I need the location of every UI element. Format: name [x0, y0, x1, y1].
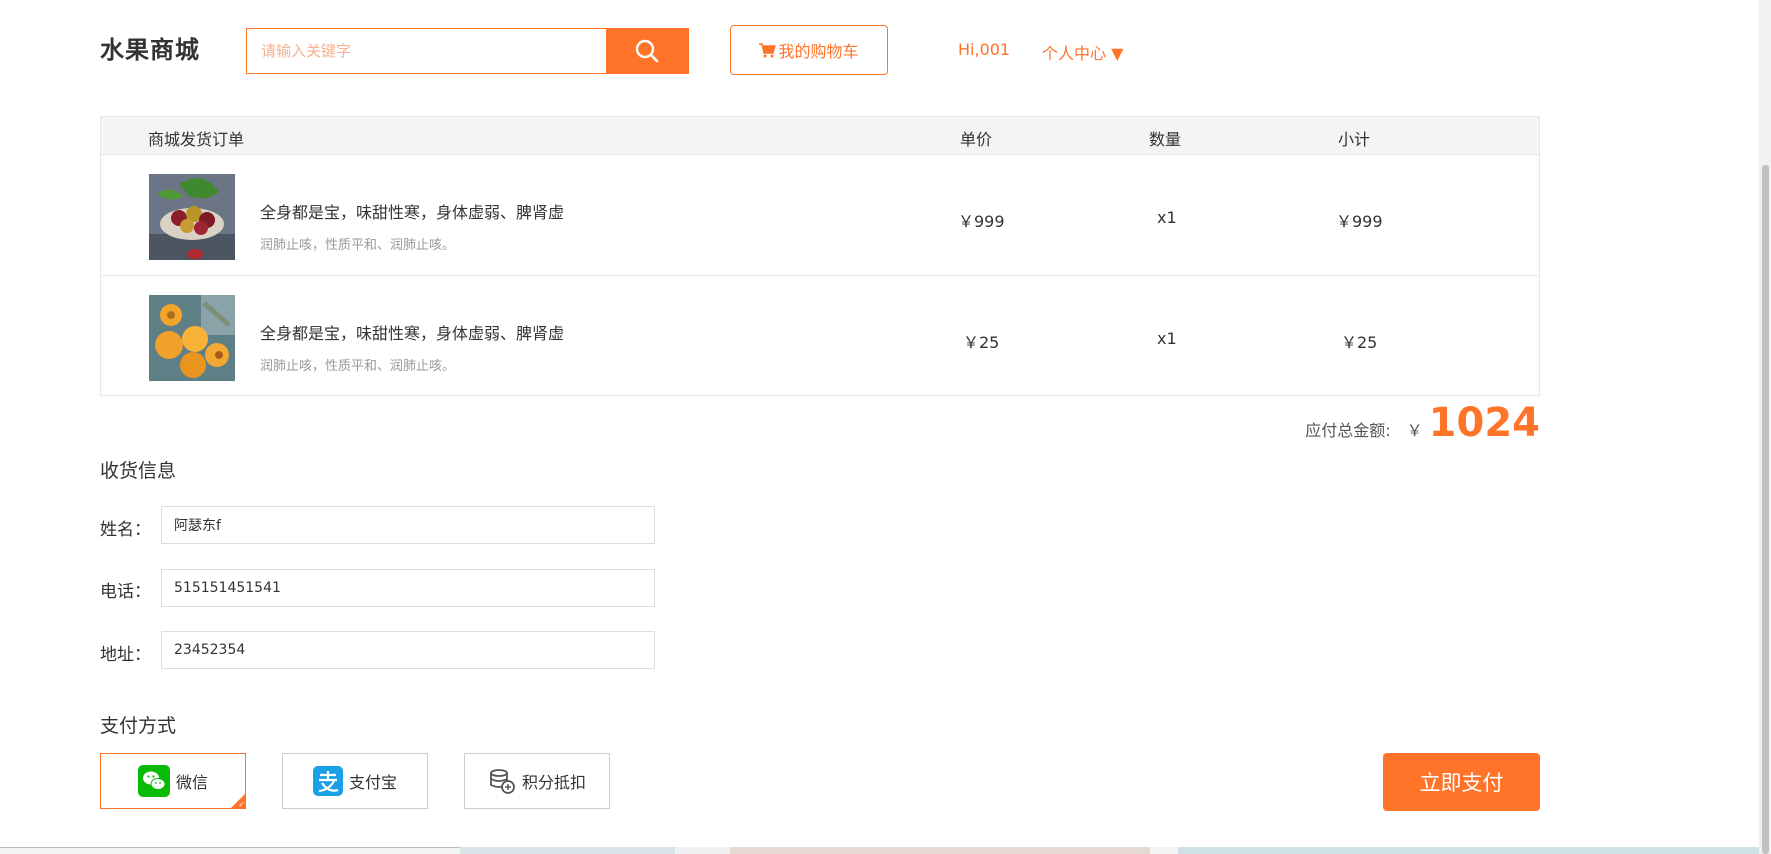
- wechat-icon: [137, 765, 170, 797]
- address-field[interactable]: [161, 631, 655, 669]
- column-header-price: 单价: [960, 130, 993, 149]
- product-image[interactable]: [149, 295, 235, 381]
- user-greeting[interactable]: Hi,001: [958, 40, 1010, 59]
- column-header-qty: 数量: [1149, 130, 1182, 149]
- phone-field[interactable]: [161, 569, 655, 607]
- order-table: 商城发货订单 单价 数量 小计 全身都是宝，味甜性寒，身体虚弱、脾肾虚 润肺止咳…: [100, 116, 1540, 396]
- footer-banner-strip: [0, 847, 1759, 854]
- user-center-menu[interactable]: 个人中心 ▼: [1042, 40, 1123, 64]
- subtotal: ￥25: [1341, 333, 1378, 352]
- order-table-header: 商城发货订单 单价 数量 小计: [101, 117, 1539, 154]
- alipay-icon: [312, 766, 343, 796]
- product-title[interactable]: 全身都是宝，味甜性寒，身体虚弱、脾肾虚: [260, 199, 564, 223]
- phone-label: 电话：: [100, 582, 151, 602]
- address-label: 地址：: [100, 645, 151, 665]
- pay-option-label: 微信: [175, 773, 208, 792]
- quantity: x1: [1157, 208, 1177, 227]
- name-field[interactable]: [161, 506, 655, 544]
- pay-option-alipay[interactable]: 支付宝: [282, 753, 428, 809]
- product-image[interactable]: [149, 174, 235, 260]
- total-currency: ￥: [1406, 421, 1423, 440]
- shipping-section-title: 收货信息: [100, 460, 177, 482]
- points-icon: [490, 769, 515, 794]
- unit-price: ￥999: [958, 212, 1005, 231]
- total-label: 应付总金额:: [1305, 421, 1391, 440]
- order-total: 应付总金额: ￥ 1024: [1305, 403, 1540, 443]
- column-header-name: 商城发货订单: [148, 130, 245, 149]
- search-input[interactable]: [247, 29, 606, 73]
- pay-option-label: 积分抵扣: [521, 773, 586, 792]
- pay-option-points[interactable]: 积分抵扣: [464, 753, 610, 809]
- pay-option-wechat[interactable]: 微信: [100, 753, 246, 809]
- search-button[interactable]: [606, 29, 688, 73]
- quantity: x1: [1157, 329, 1177, 348]
- cart-icon: [759, 42, 777, 57]
- cart-label: 我的购物车: [778, 42, 859, 61]
- pay-option-label: 支付宝: [348, 773, 397, 792]
- scrollbar-thumb[interactable]: [1762, 165, 1769, 854]
- column-header-subtotal: 小计: [1338, 130, 1371, 149]
- name-label: 姓名：: [100, 520, 151, 540]
- order-row: 全身都是宝，味甜性寒，身体虚弱、脾肾虚 润肺止咳，性质平和、润肺止咳。 ￥25 …: [101, 275, 1539, 396]
- site-logo[interactable]: 水果商城: [100, 30, 200, 65]
- unit-price: ￥25: [963, 333, 1000, 352]
- cart-button[interactable]: 我的购物车: [730, 25, 888, 75]
- pay-now-button[interactable]: 立即支付: [1383, 753, 1540, 811]
- product-description: 润肺止咳，性质平和、润肺止咳。: [260, 359, 456, 374]
- search-icon: [635, 39, 659, 63]
- total-amount: 1024: [1428, 400, 1540, 446]
- payment-section-title: 支付方式: [100, 715, 177, 737]
- subtotal: ￥999: [1336, 212, 1383, 231]
- product-description: 润肺止咳，性质平和、润肺止咳。: [260, 238, 456, 253]
- product-title[interactable]: 全身都是宝，味甜性寒，身体虚弱、脾肾虚: [260, 320, 564, 344]
- selected-check-icon: [231, 794, 245, 809]
- order-row: 全身都是宝，味甜性寒，身体虚弱、脾肾虚 润肺止咳，性质平和、润肺止咳。 ￥999…: [101, 154, 1539, 275]
- search-bar: [246, 28, 689, 74]
